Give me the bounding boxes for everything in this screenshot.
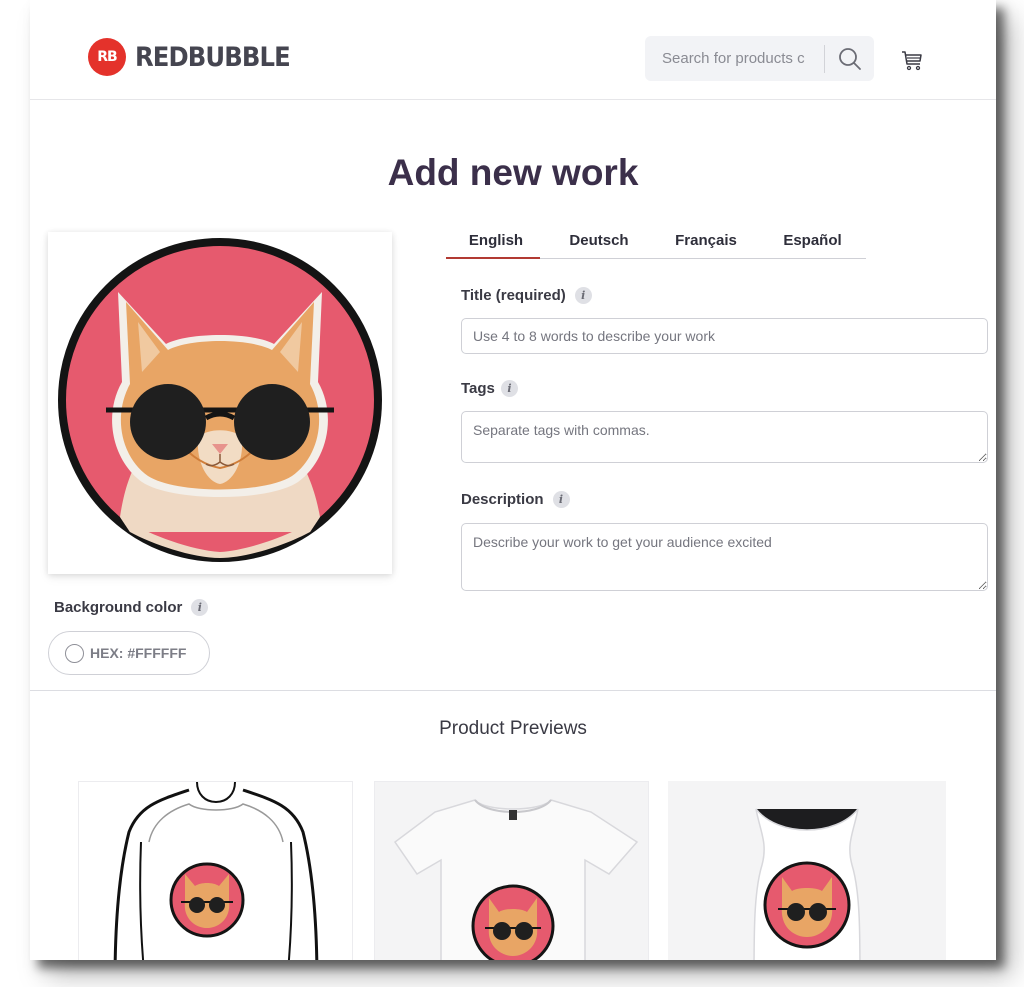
title-label: Title (required) i	[461, 287, 592, 304]
background-color-label-text: Background color	[54, 599, 183, 616]
tab-espanol[interactable]: Español	[760, 226, 865, 258]
color-swatch	[65, 643, 84, 663]
search-input[interactable]	[660, 49, 814, 68]
cart-icon[interactable]	[900, 48, 924, 72]
section-divider	[30, 690, 996, 691]
preview-white-tshirt[interactable]	[374, 781, 649, 960]
preview-classic-tee[interactable]	[78, 781, 353, 960]
logo-text: REDBUBBLE	[135, 41, 291, 73]
title-input[interactable]	[461, 318, 988, 354]
search-button[interactable]	[837, 46, 863, 72]
info-icon[interactable]: i	[552, 491, 570, 508]
tab-francais[interactable]: Français	[652, 226, 760, 258]
white-tshirt-image	[393, 799, 639, 960]
info-icon[interactable]: i	[191, 599, 209, 616]
white-tank-image	[753, 808, 861, 960]
tags-input[interactable]	[461, 411, 988, 463]
background-color-picker[interactable]: HEX: #FFFFFF	[48, 631, 210, 675]
page: RB REDBUBBLE Add new work	[30, 0, 996, 960]
tshirt-on-model-image	[113, 782, 319, 960]
hex-value: HEX: #FFFFFF	[90, 645, 187, 661]
background-color-label: Background color i	[54, 599, 209, 616]
tags-label-text: Tags	[461, 380, 495, 397]
logo-mark: RB	[88, 38, 126, 76]
site-header: RB REDBUBBLE	[30, 0, 996, 100]
search-icon	[839, 47, 861, 70]
language-tabs: English Deutsch Français Español	[446, 226, 866, 259]
description-label-text: Description	[461, 491, 544, 508]
page-title: Add new work	[387, 152, 639, 193]
info-icon[interactable]: i	[574, 287, 592, 304]
tab-deutsch[interactable]: Deutsch	[546, 226, 652, 258]
search-divider	[824, 44, 825, 73]
tab-english[interactable]: English	[446, 226, 546, 259]
product-previews-title: Product Previews	[439, 718, 587, 739]
search-bar	[645, 36, 874, 81]
tags-label: Tags i	[461, 380, 518, 397]
title-label-text: Title (required)	[461, 287, 566, 304]
info-icon[interactable]: i	[500, 380, 518, 397]
preview-white-tank[interactable]	[668, 781, 946, 960]
artwork-preview	[48, 232, 392, 574]
description-input[interactable]	[461, 523, 988, 591]
redbubble-logo[interactable]: RB REDBUBBLE	[88, 38, 307, 76]
cat-artwork-image	[58, 238, 382, 562]
description-label: Description i	[461, 491, 570, 508]
